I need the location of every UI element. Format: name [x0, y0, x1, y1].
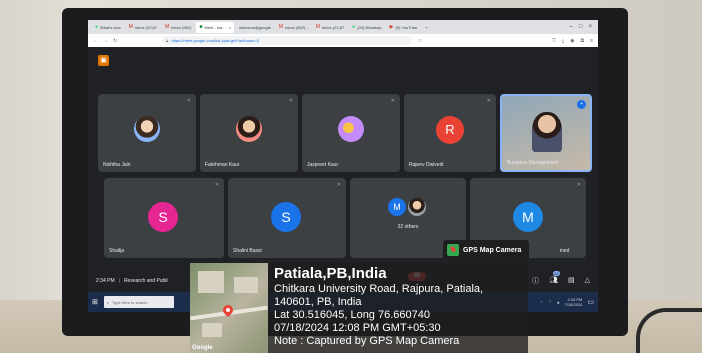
browser-tab[interactable]: M Inbox (962) -	[276, 22, 311, 33]
participant-video	[532, 112, 562, 152]
browser-tab[interactable]: M Inbox (22,87	[126, 22, 160, 33]
participant-tile[interactable]: ✕ Nishtha Jain	[98, 94, 196, 172]
map-building	[202, 323, 222, 337]
map-attribution: Google	[192, 345, 213, 351]
participant-tile[interactable]: ✕ R Rajeev Dwivedi	[404, 94, 496, 172]
chevron-up-icon[interactable]: ⌃	[540, 300, 543, 305]
gmail-icon: M	[128, 24, 133, 30]
account-icon[interactable]: ◉	[570, 38, 574, 44]
address-bar-row: ← → ↻ 🔒︎ https://meet.google.com/kid-zja…	[88, 34, 598, 47]
whatsapp-icon: ●	[352, 24, 356, 30]
participant-photo	[236, 116, 262, 142]
participant-photo	[134, 116, 160, 142]
meeting-title: Research and Publi	[123, 278, 168, 284]
gps-address: Chitkara University Road, Rajpura, Patia…	[274, 283, 484, 295]
new-tab-button[interactable]: +	[422, 22, 430, 33]
browser-toolbar-right: ⛉ ⤓ ◉ ⧉ ≡	[552, 38, 593, 44]
participant-avatar: S	[148, 202, 178, 232]
reload-icon[interactable]: ↻	[113, 38, 117, 44]
shield-icon[interactable]: ⛉	[552, 38, 556, 44]
gps-place: Patiala,PB,India	[274, 265, 387, 282]
close-icon[interactable]: ×	[229, 25, 231, 30]
windows-start-icon[interactable]: ⊞	[92, 298, 98, 306]
system-tray: ⌃ ⌔ 🔊︎ 2:34 PM 7/18/2024 ▭	[540, 297, 594, 307]
participant-photo	[408, 198, 426, 216]
browser-tab[interactable]: ▶ (9) YouTube	[387, 22, 421, 33]
browser-tab[interactable]: ● What's new	[92, 22, 124, 33]
mic-muted-icon: ✕	[576, 182, 581, 188]
meeting-clock: 2:34 PM	[96, 278, 115, 284]
network-icon[interactable]: ⌔	[548, 299, 552, 305]
youtube-icon: ▶	[389, 24, 394, 30]
taskbar-search-input[interactable]: ⌕ Type here to search	[103, 296, 174, 308]
participant-count-badge: 83	[553, 271, 560, 276]
people-icon[interactable]: 👥︎ 83	[549, 271, 560, 286]
meet-right-controls: ⓘ 👥︎ 83 ▤ △	[532, 271, 590, 286]
participant-photo	[338, 116, 364, 142]
lock-icon: 🔒︎	[166, 38, 169, 43]
browser-tab[interactable]: welcome@google	[236, 22, 274, 33]
participant-tile[interactable]: ✕ Fatehman Kaur	[200, 94, 298, 172]
menu-icon[interactable]: ≡	[590, 38, 593, 44]
participant-avatar: M	[513, 202, 543, 232]
separator: |	[118, 278, 120, 284]
info-icon[interactable]: ⓘ	[532, 276, 539, 286]
participant-avatar: S	[271, 202, 301, 232]
mic-muted-icon: ✕	[486, 98, 491, 104]
gps-info-panel: Patiala,PB,India Chitkara University Roa…	[268, 263, 528, 353]
meet-logo-icon: ▣	[98, 55, 109, 66]
meet-icon: ■	[199, 24, 203, 30]
participant-avatar: M	[388, 198, 406, 216]
mic-muted-icon: ✕	[214, 182, 219, 188]
gps-coordinates: Lat 30.516045, Long 76.660740	[274, 309, 430, 321]
extensions-icon[interactable]: ⧉	[581, 38, 585, 44]
gps-map-camera-badge: GPS Map Camera	[443, 240, 529, 260]
mic-muted-icon: ✕	[336, 182, 341, 188]
window-controls: – □ ×	[570, 24, 598, 30]
browser-tab-active[interactable]: ■ Meet - kid-... ×	[196, 21, 235, 33]
maximize-icon[interactable]: □	[579, 24, 583, 30]
mic-muted-icon: ✕	[390, 98, 395, 104]
search-icon: ⌕	[106, 299, 110, 305]
map-building	[198, 271, 224, 293]
map-thumbnail: Google	[190, 263, 268, 353]
gmail-icon: M	[278, 24, 284, 30]
activities-icon[interactable]: △	[585, 276, 590, 286]
url-field[interactable]: 🔒︎ https://meet.google.com/kid-zjaw-grb?…	[162, 36, 413, 45]
bookmark-star-icon[interactable]: ☆	[417, 38, 421, 44]
participant-tile[interactable]: ✕ S Shailja	[104, 178, 224, 258]
map-building	[234, 277, 258, 293]
forward-icon[interactable]: →	[103, 38, 108, 44]
browser-tab[interactable]: M Inbox (962)	[162, 22, 194, 33]
mic-muted-icon: ✕	[186, 98, 191, 104]
volume-icon[interactable]: 🔊︎	[557, 300, 560, 305]
participant-video-tile[interactable]: ▪ Business Management	[500, 94, 592, 172]
gps-address-2: 140601, PB, India	[274, 296, 362, 308]
minimize-icon[interactable]: –	[570, 24, 573, 30]
download-icon[interactable]: ⤓	[562, 38, 564, 44]
taskbar-clock[interactable]: 2:34 PM 7/18/2024	[565, 297, 583, 307]
browser-tab[interactable]: ● (20) WhatsAp	[349, 22, 384, 33]
participant-tile[interactable]: ✕ Jaspreet Kaur	[302, 94, 400, 172]
browser-tab-bar: ● What's new M Inbox (22,87 M Inbox (962) ■…	[88, 20, 598, 34]
chat-icon[interactable]: ▤	[568, 276, 575, 286]
participant-avatar: R	[436, 116, 464, 144]
gmail-icon: M	[315, 24, 320, 30]
browser-tab[interactable]: M Inbox (22,87	[313, 22, 347, 33]
close-window-icon[interactable]: ×	[588, 24, 592, 30]
whatsapp-icon: ●	[95, 24, 99, 30]
speaking-indicator-icon: ▪	[577, 100, 586, 109]
gps-map-camera-icon	[447, 244, 459, 256]
gmail-icon: M	[165, 24, 170, 30]
others-count: 22 others	[397, 224, 419, 230]
gps-datetime: 07/18/2024 12:08 PM GMT+05:30	[274, 322, 441, 334]
notifications-icon[interactable]: ▭	[587, 298, 594, 306]
participant-tile[interactable]: ✕ S Shalini Bassi	[228, 178, 346, 258]
mic-muted-icon: ✕	[288, 98, 293, 104]
gps-note: Note : Captured by GPS Map Camera	[274, 335, 460, 347]
charging-cable	[636, 308, 702, 353]
back-icon[interactable]: ←	[93, 38, 98, 44]
